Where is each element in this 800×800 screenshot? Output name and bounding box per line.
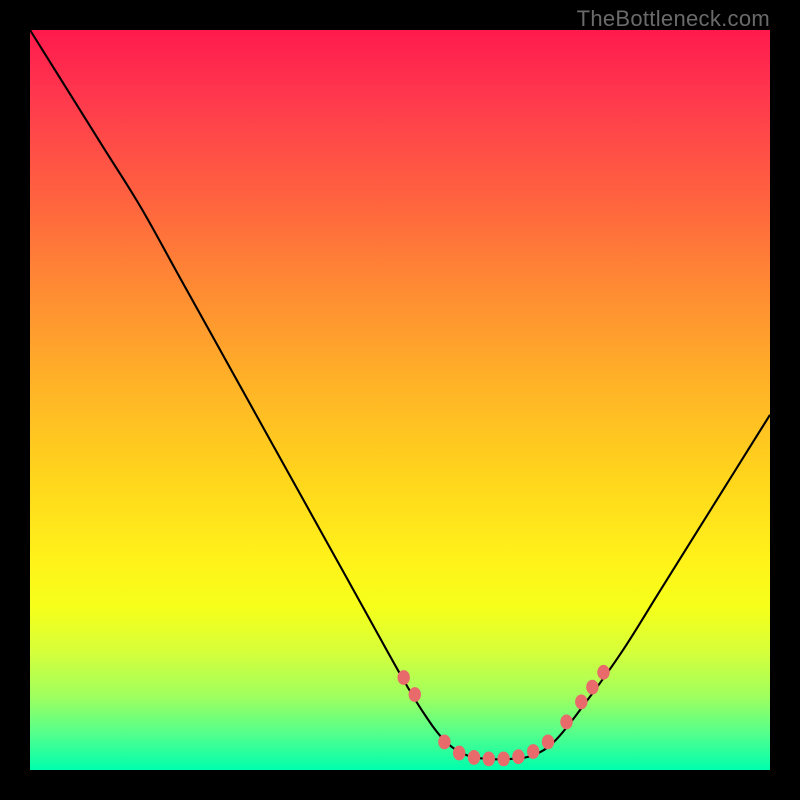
highlight-dot xyxy=(483,752,495,767)
watermark-text: TheBottleneck.com xyxy=(577,6,770,32)
bottleneck-curve xyxy=(30,30,770,759)
chart-svg xyxy=(30,30,770,770)
highlight-dot xyxy=(512,749,524,764)
highlight-dot xyxy=(560,715,572,730)
chart-frame: TheBottleneck.com xyxy=(0,0,800,800)
highlight-dot xyxy=(398,670,410,685)
highlight-dot xyxy=(468,750,480,765)
highlight-dot xyxy=(497,752,509,767)
highlight-dot xyxy=(542,734,554,749)
highlight-dot xyxy=(438,734,450,749)
highlight-dots xyxy=(398,665,610,766)
highlight-dot xyxy=(586,680,598,695)
highlight-dot xyxy=(453,746,465,761)
highlight-dot xyxy=(597,665,609,680)
highlight-dot xyxy=(575,695,587,710)
highlight-dot xyxy=(409,687,421,702)
highlight-dot xyxy=(527,744,539,759)
